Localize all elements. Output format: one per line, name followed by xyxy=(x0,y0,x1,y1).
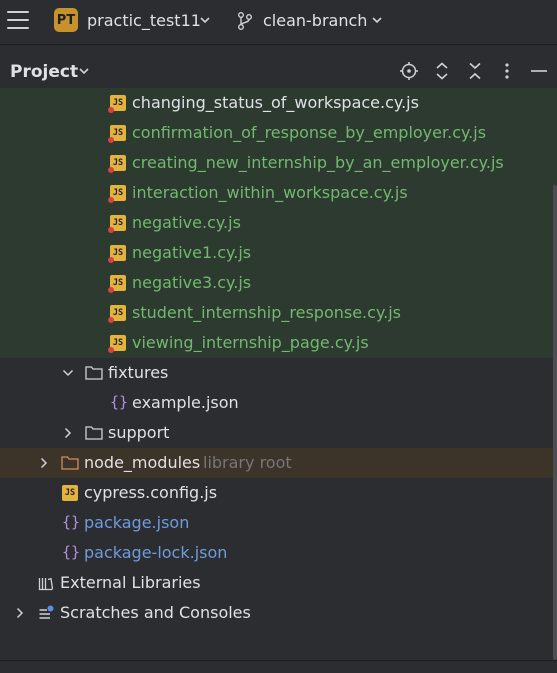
locate-icon[interactable] xyxy=(399,61,419,81)
tree-item-file[interactable]: {} package.json xyxy=(0,508,557,538)
json-file-icon: {} xyxy=(62,543,81,561)
json-file-icon: {} xyxy=(62,513,81,531)
panel-bottom-divider xyxy=(0,660,557,661)
js-file-icon: JS xyxy=(108,245,126,263)
tree-item-file[interactable]: JS viewing_internship_page.cy.js xyxy=(0,328,557,358)
scratches-icon xyxy=(39,605,54,619)
project-name[interactable]: practic_test11 xyxy=(87,11,201,30)
js-file-icon: JS xyxy=(62,485,78,501)
chevron-right-icon[interactable] xyxy=(61,426,75,440)
file-name: package.json xyxy=(84,513,190,532)
folder-icon xyxy=(85,426,103,440)
file-name: changing_status_of_workspace.cy.js xyxy=(132,93,419,112)
tree-item-file[interactable]: {} example.json xyxy=(0,388,557,418)
chevron-down-icon[interactable] xyxy=(78,65,90,77)
js-file-icon: JS xyxy=(108,185,126,203)
tree-item-file[interactable]: JS cypress.config.js xyxy=(0,478,557,508)
tree-item-folder-fixtures[interactable]: fixtures xyxy=(0,358,557,388)
tree-item-file[interactable]: JS negative1.cy.js xyxy=(0,238,557,268)
folder-name: support xyxy=(108,423,170,442)
tree-item-file[interactable]: JS negative.cy.js xyxy=(0,208,557,238)
tree-item-scratches[interactable]: Scratches and Consoles xyxy=(0,598,557,628)
tree-item-file[interactable]: JS creating_new_internship_by_an_employe… xyxy=(0,148,557,178)
js-file-icon: JS xyxy=(108,155,126,173)
item-name: External Libraries xyxy=(60,573,201,592)
expand-all-icon[interactable] xyxy=(432,61,452,81)
tree-item-folder-support[interactable]: support xyxy=(0,418,557,448)
folder-name: fixtures xyxy=(108,363,169,382)
file-name: negative.cy.js xyxy=(132,213,241,232)
tree-scrollbar[interactable] xyxy=(553,185,557,660)
file-name: example.json xyxy=(132,393,239,412)
chevron-down-icon[interactable] xyxy=(371,14,383,26)
project-badge[interactable]: PT xyxy=(54,8,78,32)
js-file-icon: JS xyxy=(108,335,126,353)
git-branch-icon[interactable] xyxy=(236,11,254,31)
minimize-icon[interactable] xyxy=(529,61,549,81)
file-name: confirmation_of_response_by_employer.cy.… xyxy=(132,123,487,142)
item-name: Scratches and Consoles xyxy=(60,603,251,622)
chevron-down-icon[interactable] xyxy=(199,14,211,26)
library-root-hint: library root xyxy=(203,453,292,472)
main-menu-icon[interactable] xyxy=(7,11,29,31)
tree-item-file[interactable]: JS interaction_within_workspace.cy.js xyxy=(0,178,557,208)
tree-item-file[interactable]: JS confirmation_of_response_by_employer.… xyxy=(0,118,557,148)
more-options-icon[interactable] xyxy=(497,61,517,81)
json-file-icon: {} xyxy=(110,393,129,411)
js-file-icon: JS xyxy=(108,305,126,323)
folder-icon xyxy=(85,366,103,380)
folder-name: node_modules xyxy=(84,453,201,472)
tree-item-file[interactable]: {} package-lock.json xyxy=(0,538,557,568)
library-icon xyxy=(38,577,54,591)
tree-item-file[interactable]: JS negative3.cy.js xyxy=(0,268,557,298)
js-file-icon: JS xyxy=(108,125,126,143)
file-name: viewing_internship_page.cy.js xyxy=(132,333,369,352)
js-file-icon: JS xyxy=(108,95,126,113)
branch-name[interactable]: clean-branch xyxy=(263,11,367,30)
project-tree: JS changing_status_of_workspace.cy.js JS… xyxy=(0,88,557,660)
file-name: negative3.cy.js xyxy=(132,273,252,292)
file-name: package-lock.json xyxy=(84,543,228,562)
chevron-right-icon[interactable] xyxy=(37,456,51,470)
file-name: negative1.cy.js xyxy=(132,243,252,262)
file-name: cypress.config.js xyxy=(84,483,218,502)
toolwindow-title[interactable]: Project xyxy=(10,62,78,82)
js-file-icon: JS xyxy=(108,275,126,293)
chevron-right-icon[interactable] xyxy=(13,606,27,620)
main-toolbar: PT practic_test11 clean-branch xyxy=(0,0,557,45)
chevron-down-icon[interactable] xyxy=(61,366,75,380)
js-file-icon: JS xyxy=(108,215,126,233)
tree-item-external-libraries[interactable]: External Libraries xyxy=(0,568,557,598)
collapse-all-icon[interactable] xyxy=(465,61,485,81)
file-name: creating_new_internship_by_an_employer.c… xyxy=(132,153,504,172)
folder-icon xyxy=(61,456,79,470)
file-name: interaction_within_workspace.cy.js xyxy=(132,183,408,202)
tree-item-file[interactable]: JS student_internship_response.cy.js xyxy=(0,298,557,328)
tree-item-folder-node-modules[interactable]: node_modules library root xyxy=(0,448,557,478)
tree-item-file[interactable]: JS changing_status_of_workspace.cy.js xyxy=(0,88,557,118)
file-name: student_internship_response.cy.js xyxy=(132,303,401,322)
